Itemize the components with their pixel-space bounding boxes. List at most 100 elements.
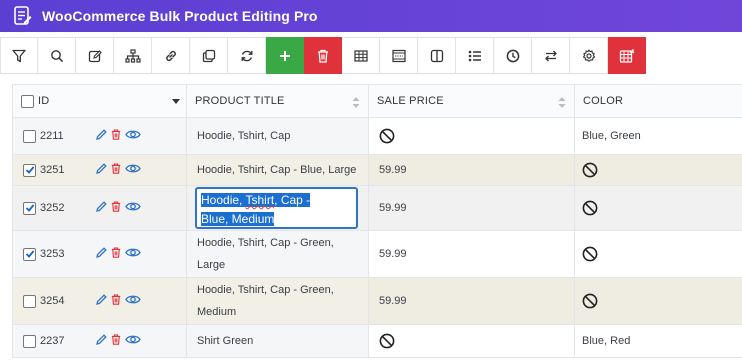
app-logo-icon xyxy=(12,5,34,27)
bulk-edit-button[interactable] xyxy=(608,37,646,74)
add-product-button[interactable] xyxy=(266,37,304,74)
hierarchy-icon xyxy=(124,48,141,63)
header-title-label: PRODUCT TITLE xyxy=(195,95,285,107)
table-view-button[interactable] xyxy=(342,37,380,74)
sale-price-cell[interactable]: 59.99 xyxy=(368,154,575,186)
edit-icon xyxy=(88,49,102,62)
color-cell[interactable] xyxy=(574,185,742,231)
app-header: WooCommerce Bulk Product Editing Pro xyxy=(0,0,742,32)
product-title-cell[interactable]: Hoodie, Tshirt, Cap - Green, Medium xyxy=(186,277,369,325)
eye-icon[interactable] xyxy=(125,129,141,143)
filter-button[interactable] xyxy=(0,37,38,74)
sale-price-cell[interactable]: 59.99 xyxy=(368,277,575,325)
id-dropdown-icon[interactable] xyxy=(172,99,180,104)
refresh-button[interactable] xyxy=(228,37,266,74)
row-checkbox[interactable] xyxy=(23,129,36,143)
trash-icon[interactable] xyxy=(111,129,121,143)
table-row[interactable]: 3251 Hoodie, Tshirt, Cap - Blue, Large 59.… xyxy=(12,154,742,186)
eye-icon[interactable] xyxy=(125,163,141,177)
product-title-cell[interactable]: Hoodie, Tshirt, Cap - Blue, Large xyxy=(186,154,369,186)
sale-price-cell[interactable] xyxy=(368,117,575,155)
pencil-icon[interactable] xyxy=(96,201,107,215)
link-icon xyxy=(165,50,176,61)
color-value: Blue, Green xyxy=(582,130,641,142)
columns-icon xyxy=(430,49,443,62)
id-cell: 3251 xyxy=(12,154,187,186)
header-title[interactable]: PRODUCT TITLE xyxy=(186,84,369,118)
history-button[interactable] xyxy=(494,37,532,74)
trash-icon xyxy=(317,49,328,63)
product-id: 3254 xyxy=(40,295,65,307)
link-button[interactable] xyxy=(152,37,190,74)
hierarchy-button[interactable] xyxy=(114,37,152,74)
row-checkbox[interactable] xyxy=(23,294,36,308)
trash-icon[interactable] xyxy=(111,163,121,177)
search-button[interactable] xyxy=(38,37,76,74)
table-row[interactable]: 2211 Hoodie, Tshirt, Cap Blue, Green xyxy=(12,117,742,155)
row-checkbox[interactable] xyxy=(23,201,36,215)
color-value: Blue, Red xyxy=(582,335,631,347)
sort-icon[interactable] xyxy=(558,97,566,108)
empty-value-icon xyxy=(582,293,598,312)
layout-button[interactable] xyxy=(380,37,418,74)
product-title-cell[interactable]: Hoodie, Tshirt, Cap xyxy=(186,117,369,155)
products-table: ID PRODUCT TITLE SALE PRICE COLOR 2211 Ho… xyxy=(12,84,742,358)
columns-button[interactable] xyxy=(418,37,456,74)
product-title-cell[interactable]: Hoodie, Tshirt, Cap - Green, Large xyxy=(186,230,369,278)
product-id: 2237 xyxy=(40,335,65,347)
pencil-icon[interactable] xyxy=(96,247,107,261)
eye-icon[interactable] xyxy=(125,201,141,215)
eye-icon[interactable] xyxy=(125,294,141,308)
trash-icon[interactable] xyxy=(111,334,121,348)
duplicate-button[interactable] xyxy=(190,37,228,74)
delete-button[interactable] xyxy=(304,37,342,74)
sale-price-cell[interactable] xyxy=(368,324,575,358)
table-row[interactable]: 3254 Hoodie, Tshirt, Cap - Green, Medium 59… xyxy=(12,277,742,325)
id-cell: 2211 xyxy=(12,117,187,155)
table-row[interactable]: 3252 Hoodie, Tshirt, Cap - Blue, Medium 59.… xyxy=(12,185,742,231)
settings-icon xyxy=(582,48,595,62)
pencil-icon[interactable] xyxy=(96,294,107,308)
color-cell[interactable] xyxy=(574,154,742,186)
empty-value-icon xyxy=(379,128,395,147)
list-button[interactable] xyxy=(456,37,494,74)
color-cell[interactable] xyxy=(574,230,742,278)
header-color[interactable]: COLOR xyxy=(574,84,742,118)
search-icon xyxy=(50,49,63,62)
table-icon xyxy=(353,49,368,62)
sale-price-cell[interactable]: 59.99 xyxy=(368,230,575,278)
eye-icon[interactable] xyxy=(125,247,141,261)
header-id-label: ID xyxy=(38,95,50,107)
header-id[interactable]: ID xyxy=(12,84,187,118)
table-row[interactable]: 2237 Shirt Green Blue, Red xyxy=(12,324,742,358)
row-checkbox[interactable] xyxy=(23,163,36,177)
product-id: 3252 xyxy=(40,202,65,214)
sale-price-cell[interactable]: 59.99 xyxy=(368,185,575,231)
select-all-checkbox[interactable] xyxy=(21,94,34,108)
color-cell[interactable]: Blue, Green xyxy=(574,117,742,155)
eye-icon[interactable] xyxy=(125,334,141,348)
sort-icon[interactable] xyxy=(352,97,360,108)
header-sale-price[interactable]: SALE PRICE xyxy=(368,84,575,118)
plus-icon xyxy=(279,50,290,61)
trash-icon[interactable] xyxy=(111,247,121,261)
app-title: WooCommerce Bulk Product Editing Pro xyxy=(42,8,318,24)
settings-button[interactable] xyxy=(570,37,608,74)
pencil-icon[interactable] xyxy=(96,163,107,177)
row-checkbox[interactable] xyxy=(23,247,36,261)
product-title-cell[interactable]: Shirt Green xyxy=(186,324,369,358)
pencil-icon[interactable] xyxy=(96,129,107,143)
color-cell[interactable] xyxy=(574,277,742,325)
row-checkbox[interactable] xyxy=(23,334,36,348)
edit-button[interactable] xyxy=(76,37,114,74)
table-row[interactable]: 3253 Hoodie, Tshirt, Cap - Green, Large 59.… xyxy=(12,230,742,278)
product-title-cell[interactable]: Hoodie, Tshirt, Cap - Blue, Medium xyxy=(186,185,369,231)
header-sale-price-label: SALE PRICE xyxy=(377,95,444,107)
title-edit-input[interactable]: Hoodie, Tshirt, Cap - Blue, Medium xyxy=(195,187,358,229)
trash-icon[interactable] xyxy=(111,201,121,215)
trash-icon[interactable] xyxy=(111,294,121,308)
swap-button[interactable] xyxy=(532,37,570,74)
filter-icon xyxy=(12,49,26,62)
pencil-icon[interactable] xyxy=(96,334,107,348)
color-cell[interactable]: Blue, Red xyxy=(574,324,742,358)
